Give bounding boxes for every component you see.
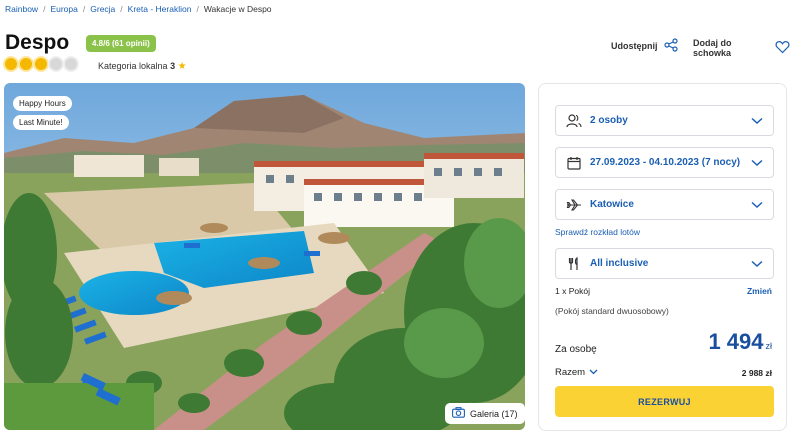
breadcrumb-separator: / bbox=[43, 4, 46, 14]
hotel-photo[interactable] bbox=[4, 83, 525, 430]
camera-icon bbox=[452, 407, 465, 420]
sun-star-empty-icon bbox=[65, 58, 77, 70]
breadcrumb-kreta[interactable]: Kreta - Heraklion bbox=[128, 4, 192, 14]
total-value: 2 988 zł bbox=[741, 368, 772, 378]
departure-value: Katowice bbox=[590, 199, 634, 210]
booking-panel: 2 osoby 27.09.2023 - 04.10.2023 (7 nocy)… bbox=[538, 83, 787, 431]
per-person-label: Za osobę bbox=[555, 344, 597, 355]
book-button[interactable]: REZERWUJ bbox=[555, 386, 774, 417]
breadcrumb-separator: / bbox=[196, 4, 199, 14]
share-icon bbox=[663, 38, 678, 54]
gallery-button[interactable]: Galeria (17) bbox=[445, 403, 525, 424]
breadcrumb-separator: / bbox=[82, 4, 86, 14]
chevron-down-icon bbox=[589, 367, 598, 378]
chevron-down-icon bbox=[751, 260, 763, 268]
chevron-down-icon bbox=[751, 159, 763, 167]
sun-star-icon bbox=[20, 58, 32, 70]
sun-star-icon bbox=[5, 58, 17, 70]
cutlery-icon bbox=[566, 256, 582, 271]
dates-select[interactable]: 27.09.2023 - 04.10.2023 (7 nocy) bbox=[555, 147, 774, 178]
sun-star-icon bbox=[35, 58, 47, 70]
dates-value: 27.09.2023 - 04.10.2023 (7 nocy) bbox=[590, 157, 741, 168]
hotel-stars bbox=[5, 58, 77, 70]
category-label: Kategoria lokalna bbox=[98, 61, 168, 71]
rating-badge[interactable]: 4.8/6 (61 opinii) bbox=[86, 35, 156, 52]
hotel-photo-illustration bbox=[4, 83, 525, 430]
departure-select[interactable]: Katowice bbox=[555, 189, 774, 220]
sun-star-empty-icon bbox=[50, 58, 62, 70]
room-count: 1 x Pokój bbox=[555, 286, 590, 296]
persons-value: 2 osoby bbox=[590, 115, 628, 126]
favorite-label: Dodaj do schowka bbox=[693, 38, 732, 58]
breadcrumb-separator: / bbox=[120, 4, 123, 14]
persons-select[interactable]: 2 osoby bbox=[555, 105, 774, 136]
breadcrumb-grecja[interactable]: Grecja bbox=[90, 4, 115, 14]
room-description: (Pokój standard dwuosobowy) bbox=[555, 306, 669, 316]
breadcrumb: Rainbow / Europa / Grecja / Kreta - Heraklion /… bbox=[5, 4, 272, 14]
star-icon: ★ bbox=[177, 61, 187, 72]
total-label: Razem bbox=[555, 367, 586, 378]
flight-schedule-link[interactable]: Sprawdź rozkład lotów bbox=[555, 227, 640, 237]
share-button[interactable]: Udostępnij bbox=[611, 38, 678, 54]
person-icon bbox=[566, 113, 582, 128]
gallery-label: Galeria (17) bbox=[470, 408, 518, 419]
last-minute-tag: Last Minute! bbox=[13, 115, 69, 130]
chevron-down-icon bbox=[751, 117, 763, 125]
chevron-down-icon bbox=[751, 201, 763, 209]
price-value: 1 494 bbox=[708, 329, 764, 354]
local-category: Kategoria lokalna 3 ★ bbox=[98, 61, 187, 72]
plane-icon bbox=[566, 198, 582, 211]
heart-icon bbox=[775, 40, 790, 56]
board-select[interactable]: All inclusive bbox=[555, 248, 774, 279]
favorite-button[interactable]: Dodaj do schowka bbox=[693, 38, 790, 58]
hotel-title: Despo bbox=[5, 31, 70, 54]
category-value: 3 bbox=[170, 61, 176, 71]
price-per-person: 1 494 zł bbox=[708, 329, 772, 355]
calendar-icon bbox=[566, 156, 582, 170]
total-toggle[interactable]: Razem bbox=[555, 367, 598, 378]
share-label: Udostępnij bbox=[611, 41, 658, 51]
board-value: All inclusive bbox=[590, 258, 649, 269]
change-room-link[interactable]: Zmień bbox=[747, 286, 772, 296]
breadcrumb-europa[interactable]: Europa bbox=[50, 4, 77, 14]
breadcrumb-current: Wakacje w Despo bbox=[203, 4, 272, 14]
breadcrumb-rainbow[interactable]: Rainbow bbox=[5, 4, 38, 14]
price-currency: zł bbox=[765, 341, 773, 351]
happy-hours-tag: Happy Hours bbox=[13, 96, 72, 111]
